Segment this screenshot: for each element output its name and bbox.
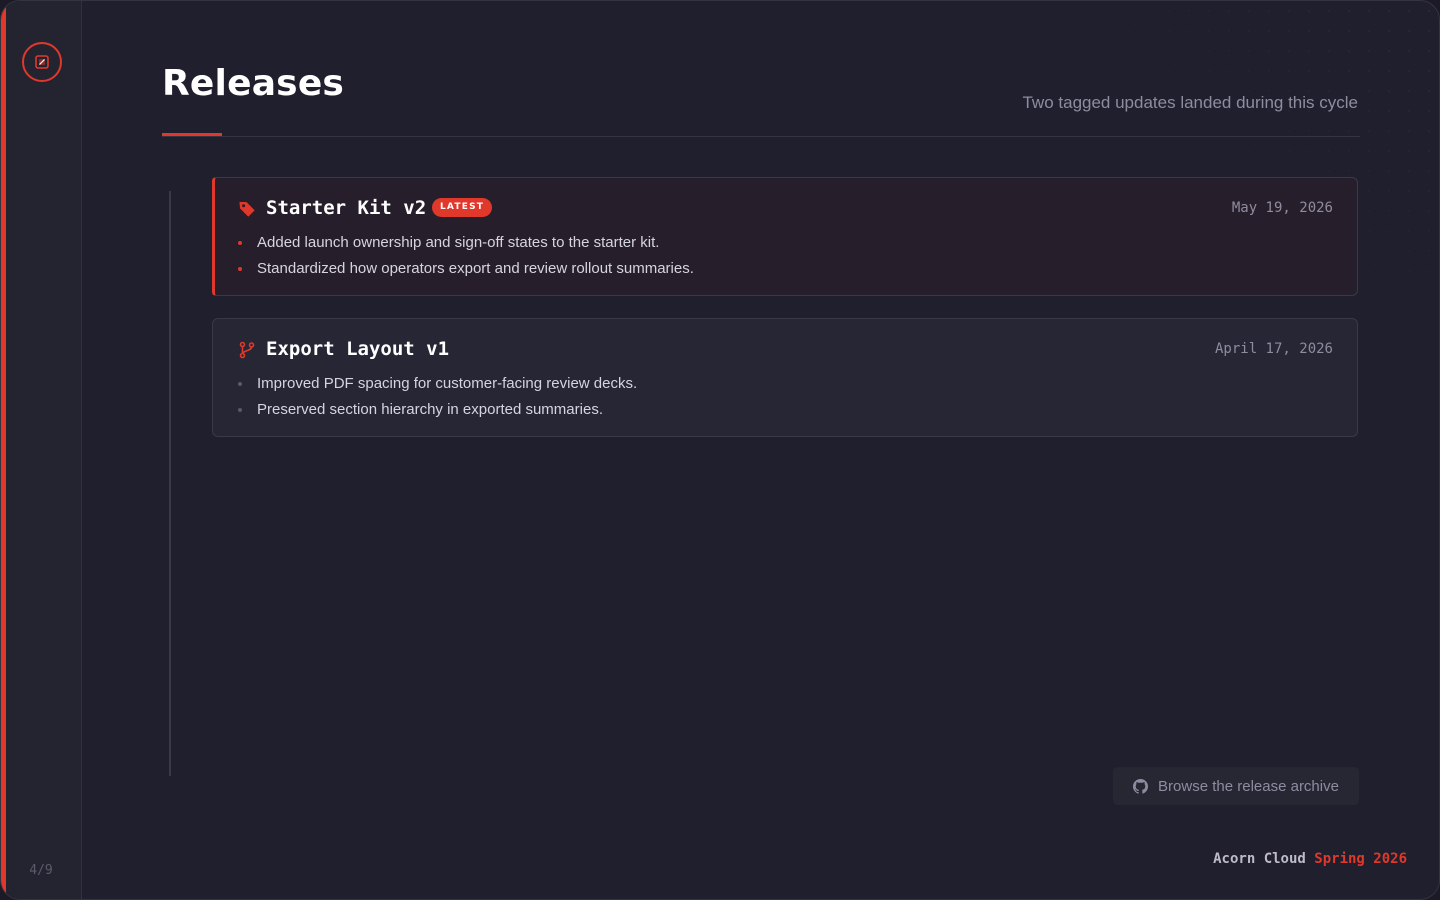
release-notes: Added launch ownership and sign-off stat…	[237, 230, 694, 282]
browse-archive-label: Browse the release archive	[1158, 777, 1339, 795]
release-note: Standardized how operators export and re…	[237, 256, 694, 282]
release-note-text: Standardized how operators export and re…	[257, 260, 694, 277]
bullet-dot	[238, 267, 242, 271]
bullet-dot	[238, 408, 242, 412]
release-notes: Improved PDF spacing for customer-facing…	[237, 371, 637, 423]
release-title: Starter Kit v2	[266, 197, 427, 219]
slides-logo-icon	[35, 55, 49, 69]
bullet-dot	[238, 241, 242, 245]
header-accent-underline	[162, 133, 222, 136]
header-divider	[162, 136, 1360, 137]
github-icon	[1133, 778, 1149, 794]
timeline-line	[169, 191, 171, 776]
release-note: Improved PDF spacing for customer-facing…	[237, 371, 637, 397]
page-title: Releases	[162, 63, 345, 104]
latest-badge: LATEST	[432, 198, 493, 217]
bullet-dot	[238, 382, 242, 386]
release-card-export-layout-v1: Export Layout v1 April 17, 2026 Improved…	[212, 318, 1358, 437]
release-note: Added launch ownership and sign-off stat…	[237, 230, 694, 256]
page-counter: 4/9	[29, 863, 53, 878]
footer-brand-name: Acorn Cloud	[1213, 851, 1306, 867]
git-branch-icon	[238, 341, 256, 359]
release-date: May 19, 2026	[1231, 200, 1333, 216]
footer-brand: Acorn Cloud Spring 2026	[1213, 851, 1407, 867]
browse-archive-button[interactable]: Browse the release archive	[1113, 767, 1359, 805]
release-card-starter-kit-v2: Starter Kit v2 LATEST May 19, 2026 Added…	[212, 177, 1358, 296]
release-note: Preserved section hierarchy in exported …	[237, 397, 637, 423]
footer-season: Spring 2026	[1314, 851, 1407, 867]
release-title: Export Layout v1	[266, 338, 450, 360]
logo[interactable]	[22, 42, 62, 82]
release-note-text: Improved PDF spacing for customer-facing…	[257, 375, 638, 392]
sidebar-accent-bar	[1, 1, 6, 899]
release-note-text: Added launch ownership and sign-off stat…	[257, 234, 660, 251]
tag-icon	[238, 200, 256, 218]
release-date: April 17, 2026	[1214, 341, 1333, 357]
page-subtitle: Two tagged updates landed during this cy…	[1022, 93, 1358, 112]
sidebar: 4/9	[1, 1, 82, 899]
release-note-text: Preserved section hierarchy in exported …	[257, 401, 603, 418]
app-window: 4/9 Releases Two tagged updates landed d…	[0, 0, 1440, 900]
